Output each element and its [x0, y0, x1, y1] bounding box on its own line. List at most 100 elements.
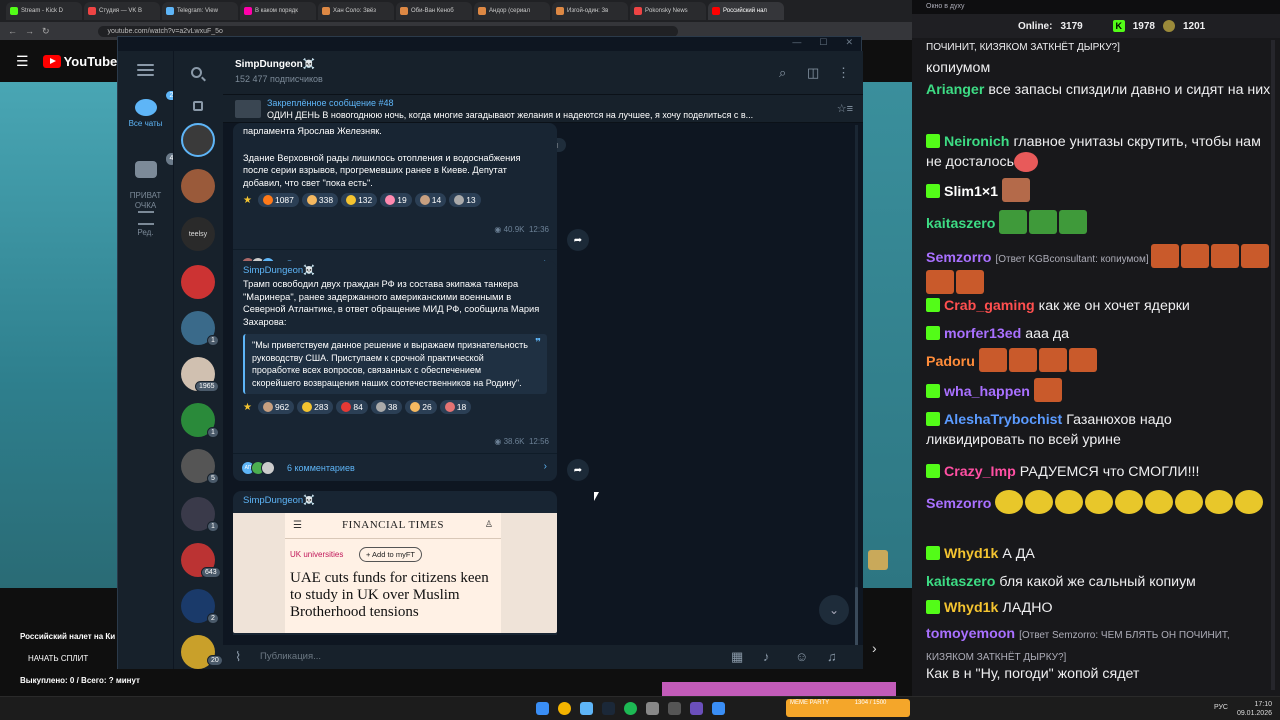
chat-avatar[interactable]: 20 — [181, 635, 223, 669]
forward-icon[interactable]: → — [25, 26, 34, 36]
reaction-face[interactable]: 962 — [257, 400, 295, 415]
video-title[interactable]: Российский налет на Ки — [20, 632, 115, 641]
comments-link[interactable]: АП 6 комментариев › — [233, 453, 557, 481]
chat-username[interactable]: kaitaszero — [926, 574, 995, 590]
chat-username[interactable]: morfer13ed — [944, 326, 1021, 342]
star-icon[interactable]: ★ — [243, 402, 252, 413]
attach-icon[interactable]: ⌇ — [235, 649, 241, 665]
browser-tab[interactable]: Студия — VK В — [84, 2, 160, 20]
post-author[interactable]: SimpDungeon☠️ — [233, 491, 557, 508]
more-icon[interactable]: ⋮ — [837, 65, 850, 81]
chat-avatar[interactable]: 1 — [181, 403, 219, 438]
chat-avatar[interactable]: 5 — [181, 449, 219, 484]
language-indicator[interactable]: РУС — [1214, 704, 1228, 711]
app-icon[interactable] — [690, 702, 703, 715]
scroll-down-button[interactable]: ⌄ — [819, 595, 849, 625]
chat-avatar[interactable] — [181, 169, 215, 203]
sidebar-toggle-icon[interactable]: ◫ — [807, 65, 819, 81]
chat-username[interactable]: Semzorro — [926, 496, 991, 512]
reaction-fire[interactable]: 1087 — [257, 193, 299, 207]
star-icon[interactable]: ★ — [243, 195, 252, 206]
reaction-pig[interactable]: 19 — [380, 193, 412, 207]
browser-tab[interactable]: Хан Соло: Звёз — [318, 2, 394, 20]
youtube-logo[interactable]: YouTube RU — [42, 54, 129, 69]
clock[interactable]: 17:10 09.01.2026 — [1237, 700, 1272, 718]
app-icon[interactable] — [712, 702, 725, 715]
back-icon[interactable]: ← — [8, 26, 17, 36]
chat-avatar-teelsy[interactable]: teelsy — [181, 217, 215, 251]
reload-icon[interactable]: ↻ — [42, 26, 50, 37]
chat-avatar[interactable]: 1965 — [181, 357, 219, 392]
chat-scrollbar[interactable] — [1271, 40, 1275, 690]
channel-title[interactable]: SimpDungeon☠️ — [235, 59, 315, 70]
microphone-icon[interactable]: ♫ — [827, 649, 837, 664]
next-arrow-icon[interactable]: › — [872, 640, 877, 656]
emoji-icon[interactable]: ☺ — [795, 649, 808, 664]
folder-all-chats[interactable]: 21 Все чаты — [118, 91, 182, 128]
browser-tab[interactable]: Telegram: View — [162, 2, 238, 20]
reaction-heart[interactable]: 84 — [336, 400, 368, 415]
chat-username[interactable]: wha_happen — [944, 384, 1030, 400]
chat-avatar[interactable]: 1 — [181, 497, 219, 532]
reaction-face[interactable]: 14 — [414, 193, 447, 207]
app-icon[interactable] — [668, 702, 681, 715]
maximize-icon[interactable]: ☐ — [819, 37, 827, 51]
chat-username[interactable]: Neironich — [944, 134, 1009, 150]
telegram-icon[interactable] — [580, 702, 593, 715]
search-icon[interactable] — [191, 67, 202, 78]
start-icon[interactable] — [536, 702, 549, 715]
chat-username[interactable]: Arianger — [926, 82, 984, 98]
browser-tab[interactable]: Оби-Ван Кеноб — [396, 2, 472, 20]
chat-username[interactable]: Slim1×1 — [944, 184, 998, 200]
close-icon[interactable]: ✕ — [845, 37, 853, 51]
chat-avatar[interactable]: 2 — [181, 589, 219, 624]
chat-avatar[interactable]: 1 — [181, 311, 219, 346]
chat-username[interactable]: Padoru — [926, 354, 975, 370]
obs-icon[interactable] — [646, 702, 659, 715]
chat-scrollbar[interactable] — [855, 125, 858, 647]
post-image[interactable]: ☰ FINANCIAL TIMES ♙ UK universities + Ad… — [233, 513, 557, 633]
reaction-clown[interactable]: 26 — [405, 400, 437, 415]
video-player-edge[interactable] — [862, 82, 912, 588]
chat-username[interactable]: Semzorro — [926, 250, 991, 266]
browser-tab[interactable]: Андор (сериал — [474, 2, 550, 20]
share-button[interactable]: ➦ — [567, 459, 589, 481]
reaction-thumbs-up[interactable]: 132 — [341, 193, 378, 207]
chat-username[interactable]: Whyd1k — [944, 600, 998, 616]
folder-edit[interactable]: Ред. — [118, 211, 173, 237]
chat-username[interactable]: Crazy_Imp — [944, 464, 1016, 480]
chat-username[interactable]: Crab_gaming — [944, 298, 1035, 314]
pinned-message-bar[interactable]: Закреплённое сообщение #48 ОДИН ДЕНЬ В н… — [223, 95, 863, 123]
hamburger-icon[interactable]: ☰ — [16, 53, 29, 70]
url-input[interactable]: youtube.com/watch?v=a2vLwxuF_5o — [97, 25, 678, 37]
browser-tab[interactable]: Российский нал — [708, 2, 784, 20]
pin-list-icon[interactable]: ☆≡ — [837, 102, 853, 115]
chrome-icon[interactable] — [558, 702, 571, 715]
search-icon[interactable]: ⌕ — [779, 65, 786, 81]
schedule-icon[interactable]: ▦ — [731, 649, 743, 665]
minimize-icon[interactable]: — — [792, 37, 801, 51]
browser-tab[interactable]: Stream - Kick D — [6, 2, 82, 20]
post-author[interactable]: SimpDungeon☠️ — [233, 261, 557, 278]
chat-username[interactable]: AleshaTrybochist — [944, 412, 1062, 428]
reaction-thumbs-up[interactable]: 283 — [297, 400, 334, 415]
reaction-cat[interactable]: 38 — [370, 400, 403, 415]
share-button[interactable]: ➦ — [567, 229, 589, 251]
menu-icon[interactable] — [137, 64, 154, 79]
reaction-cat[interactable]: 13 — [449, 193, 481, 207]
message-input[interactable]: Публикация... — [260, 651, 321, 662]
start-split-button[interactable]: НАЧАТЬ СПЛИТ — [28, 654, 88, 663]
browser-tab[interactable]: Изгой-один: Зв — [552, 2, 628, 20]
folder-private[interactable]: 4 ПРИВАТ ОЧКА — [118, 151, 178, 211]
chat-avatar-simpdungeon[interactable] — [181, 123, 215, 157]
chat-username[interactable]: tomoyemoon — [926, 626, 1015, 642]
archive-icon[interactable] — [193, 101, 203, 111]
chat-username[interactable]: kaitaszero — [926, 216, 995, 232]
steam-icon[interactable] — [602, 702, 615, 715]
chat-username[interactable]: Whyd1k — [944, 546, 998, 562]
video-player[interactable] — [0, 82, 120, 588]
browser-tab[interactable]: Pokonsky News — [630, 2, 706, 20]
browser-tab[interactable]: В каком порядк — [240, 2, 316, 20]
chat-avatar[interactable] — [181, 265, 215, 299]
spotify-icon[interactable] — [624, 702, 637, 715]
